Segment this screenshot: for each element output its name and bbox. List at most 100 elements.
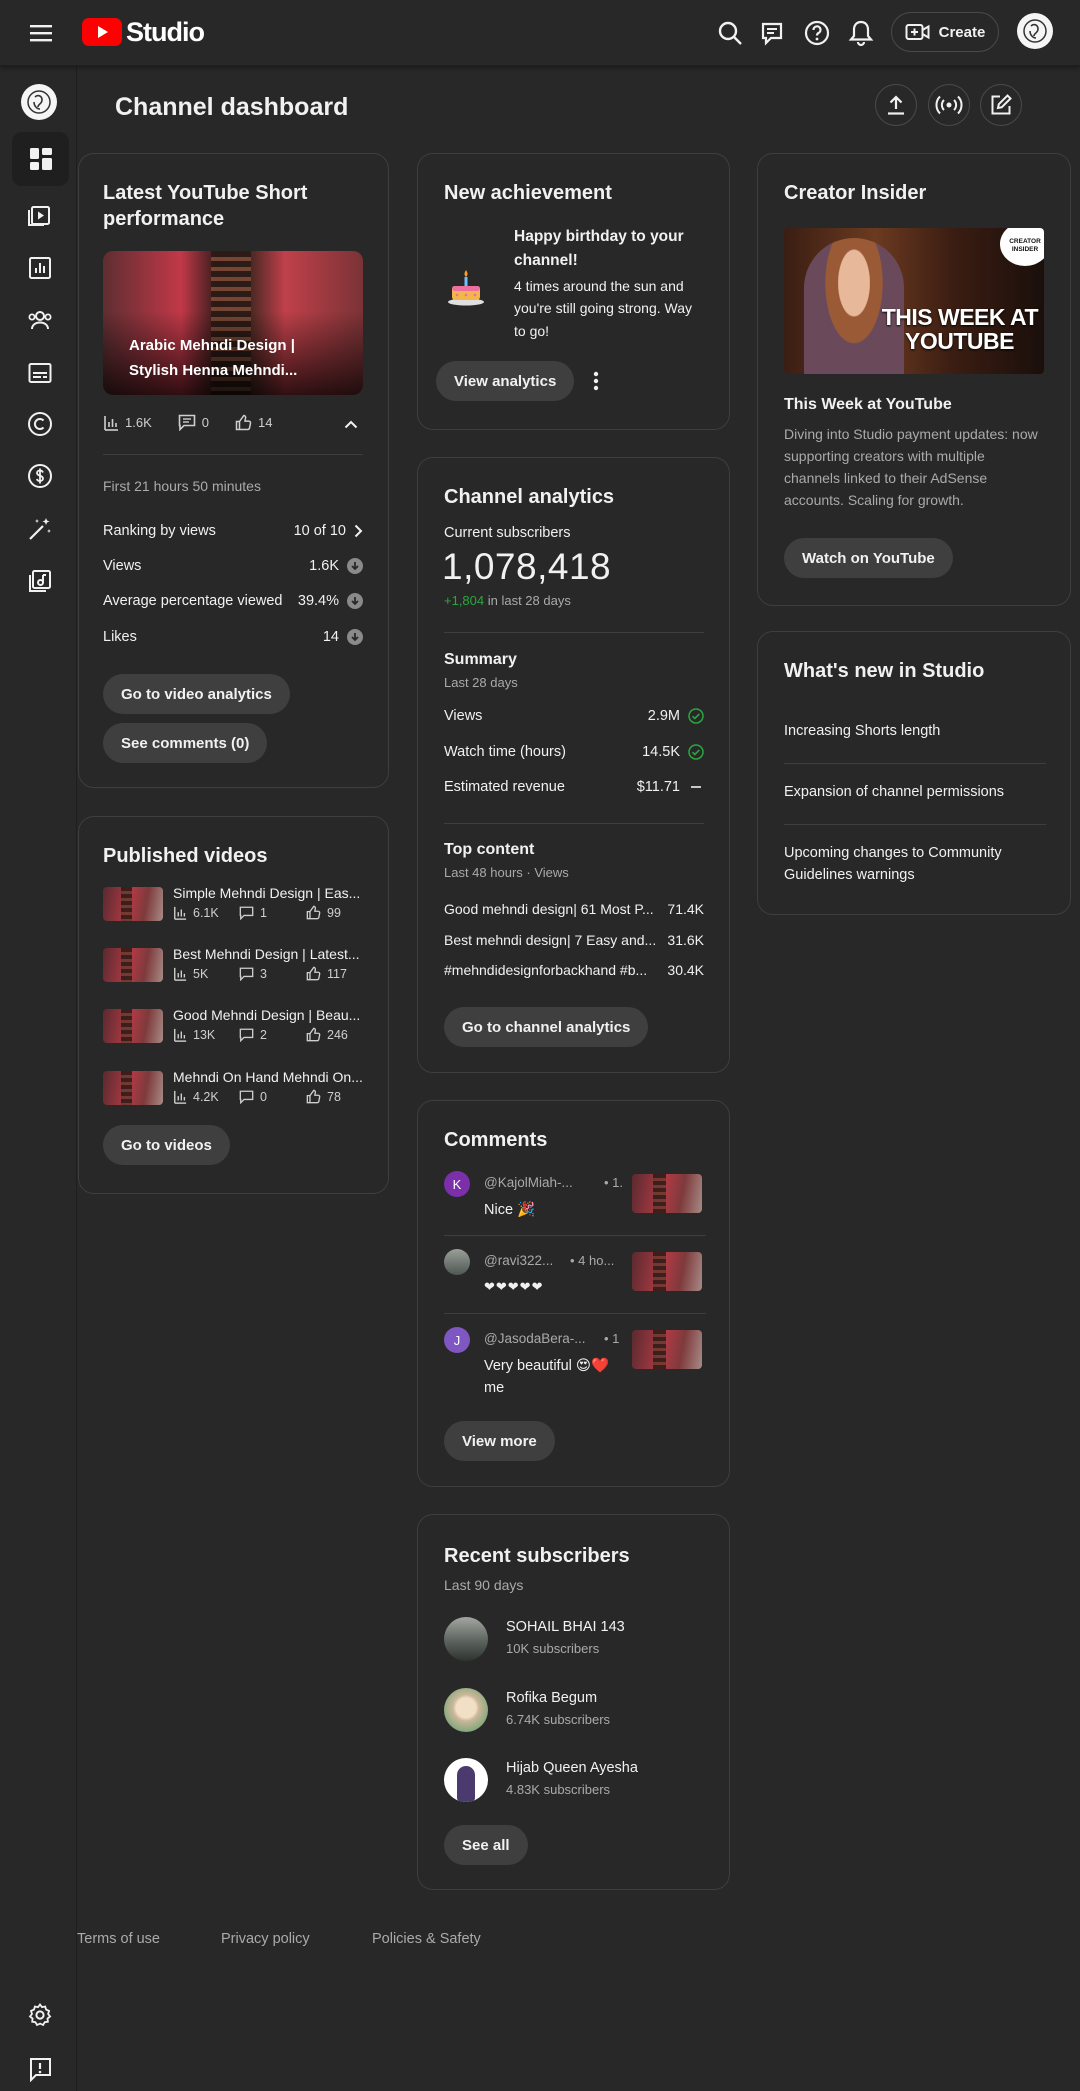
top-content-title-cell: Best mehndi design| 7 Easy and...	[444, 932, 657, 948]
whats-new-item-line2: Guidelines warnings	[784, 867, 915, 883]
comment-item[interactable]: J @JasodaBera-... • 1 Very beautiful 😍❤️…	[444, 1327, 706, 1397]
short-video-title-2: Stylish Henna Mehndi...	[129, 362, 298, 379]
magic-wand-icon	[29, 518, 51, 540]
comments-card: Comments K @KajolMiah-... • 1. Nice 🎉 @r…	[417, 1100, 730, 1487]
go-to-channel-analytics-button[interactable]: Go to channel analytics	[444, 1007, 649, 1047]
comment-item[interactable]: K @KajolMiah-... • 1. Nice 🎉	[444, 1171, 706, 1231]
comment-time: • 1.	[604, 1175, 624, 1190]
video-likes: 78	[327, 1089, 341, 1104]
short-card-title-1: Latest YouTube Short	[103, 182, 308, 204]
subscribers-period: Last 90 days	[444, 1577, 524, 1593]
whats-new-item[interactable]: Increasing Shorts length	[784, 723, 940, 739]
whats-new-item[interactable]: Expansion of channel permissions	[784, 784, 1004, 800]
creator-insider-badge: CREATOR INSIDER	[1000, 228, 1044, 266]
top-content-row[interactable]: Best mehndi design| 7 Easy and... 31.6K	[444, 929, 704, 951]
subscriber-item[interactable]: Rofika Begum 6.74K subscribers	[444, 1688, 706, 1734]
achievement-body-3: to go!	[514, 323, 550, 339]
short-thumbnail[interactable]: Arabic Mehndi Design | Stylish Henna Meh…	[103, 251, 363, 395]
terms-of-use-link[interactable]: Terms of use	[77, 1931, 160, 1947]
published-video-item[interactable]: Mehndi On Hand Mehndi On... 4.2K 0 78	[103, 1069, 365, 1109]
top-content-title-cell: #mehndidesignforbackhand #b...	[444, 962, 648, 978]
search-icon[interactable]	[713, 16, 747, 50]
sidebar-item-audio-library[interactable]	[20, 561, 60, 601]
comment-item[interactable]: @ravi322... • 4 ho... ❤❤❤❤❤	[444, 1249, 706, 1309]
subscriber-count: 4.83K subscribers	[506, 1782, 611, 1797]
see-all-subscribers-button[interactable]: See all	[444, 1825, 528, 1865]
summary-watch-label: Watch time (hours)	[444, 744, 566, 760]
sidebar-item-analytics[interactable]	[20, 248, 60, 288]
thumbs-up-icon	[306, 966, 321, 981]
whats-new-item[interactable]: Upcoming changes to Community	[784, 845, 1002, 861]
published-title: Published videos	[103, 845, 268, 867]
recent-subscribers-card: Recent subscribers Last 90 days SOHAIL B…	[417, 1514, 730, 1890]
top-content-row[interactable]: Good mehndi design| 61 Most P... 71.4K	[444, 898, 704, 920]
insider-thumbnail[interactable]: THIS WEEK AT YOUTUBE CREATOR INSIDER	[784, 228, 1044, 374]
watch-on-youtube-button[interactable]: Watch on YouTube	[784, 538, 953, 578]
create-button[interactable]: Create	[891, 12, 999, 52]
collapse-chevron-icon[interactable]	[339, 412, 363, 436]
summary-views-label: Views	[444, 708, 483, 724]
sidebar-item-content[interactable]	[20, 195, 60, 235]
go-live-button[interactable]	[928, 84, 970, 126]
short-row-ranking[interactable]: Ranking by views 10 of 10	[103, 520, 363, 542]
avatar-figure	[457, 1766, 475, 1802]
sidebar-nav	[0, 66, 77, 2091]
view-more-comments-button[interactable]: View more	[444, 1421, 555, 1461]
video-thumbnail	[103, 948, 163, 982]
subscriber-item[interactable]: SOHAIL BHAI 143 10K subscribers	[444, 1617, 706, 1663]
go-to-videos-button[interactable]: Go to videos	[103, 1125, 230, 1165]
view-analytics-button[interactable]: View analytics	[436, 361, 575, 401]
birthday-cake-icon	[444, 264, 488, 308]
notifications-bell-icon[interactable]	[844, 16, 878, 50]
published-video-item[interactable]: Best Mehndi Design | Latest... 5K 3 117	[103, 946, 365, 986]
video-views: 5K	[193, 966, 209, 981]
see-comments-button[interactable]: See comments (0)	[103, 723, 268, 763]
published-video-item[interactable]: Good Mehndi Design | Beau... 13K 2 246	[103, 1007, 365, 1047]
create-post-button[interactable]	[980, 84, 1022, 126]
help-icon[interactable]	[800, 16, 834, 50]
sidebar-item-send-feedback[interactable]	[20, 2049, 60, 2089]
comment-user: @JasodaBera-...	[484, 1331, 586, 1346]
channel-avatar[interactable]	[21, 84, 57, 120]
sidebar-item-subtitles[interactable]	[20, 353, 60, 393]
sidebar-item-earn[interactable]	[20, 456, 60, 496]
short-video-title-1: Arabic Mehndi Design |	[129, 337, 295, 354]
sidebar-item-settings[interactable]	[20, 1995, 60, 2035]
video-title: Good Mehndi Design | Beau...	[173, 1007, 361, 1023]
comments-title: Comments	[444, 1129, 548, 1151]
dashboard-icon	[29, 148, 52, 170]
sidebar-item-community[interactable]	[20, 300, 60, 340]
privacy-policy-link[interactable]: Privacy policy	[221, 1931, 310, 1947]
community-icon	[28, 311, 52, 330]
achievement-headline-1: Happy birthday to your	[514, 228, 684, 245]
whats-new-card: What's new in Studio Increasing Shorts l…	[757, 631, 1071, 915]
achievement-headline-2: channel!	[514, 252, 578, 269]
comment-icon	[239, 906, 254, 920]
policies-safety-link[interactable]: Policies & Safety	[372, 1931, 481, 1947]
go-to-video-analytics-button[interactable]: Go to video analytics	[103, 674, 290, 714]
feedback-icon	[30, 2058, 51, 2082]
published-video-item[interactable]: Simple Mehndi Design | Eas... 6.1K 1 99	[103, 885, 365, 925]
create-button-label: Create	[938, 23, 986, 41]
short-views: 1.6K	[125, 415, 152, 430]
sidebar-item-copyright[interactable]	[20, 404, 60, 444]
top-content-row[interactable]: #mehndidesignforbackhand #b... 30.4K	[444, 959, 704, 981]
upload-button[interactable]	[875, 84, 917, 126]
subscriber-count: 6.74K subscribers	[506, 1712, 611, 1727]
comment-text: Nice 🎉	[484, 1202, 536, 1218]
menu-icon[interactable]	[24, 17, 58, 49]
studio-logo[interactable]: Studio	[82, 16, 205, 48]
sidebar-item-customization[interactable]	[20, 509, 60, 549]
account-avatar[interactable]	[1017, 13, 1053, 49]
short-card-title-2: performance	[103, 208, 225, 230]
insider-desc-2: supporting creators with multiple	[784, 448, 985, 464]
subscriber-item[interactable]: Hijab Queen Ayesha 4.83K subscribers	[444, 1758, 706, 1804]
top-content-title-cell: Good mehndi design| 61 Most P...	[444, 901, 654, 917]
views-bar-icon	[174, 906, 187, 920]
thumbs-up-icon	[306, 905, 321, 920]
sidebar-item-dashboard[interactable]	[12, 132, 69, 186]
more-vert-icon[interactable]	[581, 366, 611, 396]
views-value: 1.6K	[309, 558, 339, 574]
feedback-comments-icon[interactable]	[756, 16, 790, 50]
insider-desc-1: Diving into Studio payment updates: now	[784, 426, 1038, 442]
